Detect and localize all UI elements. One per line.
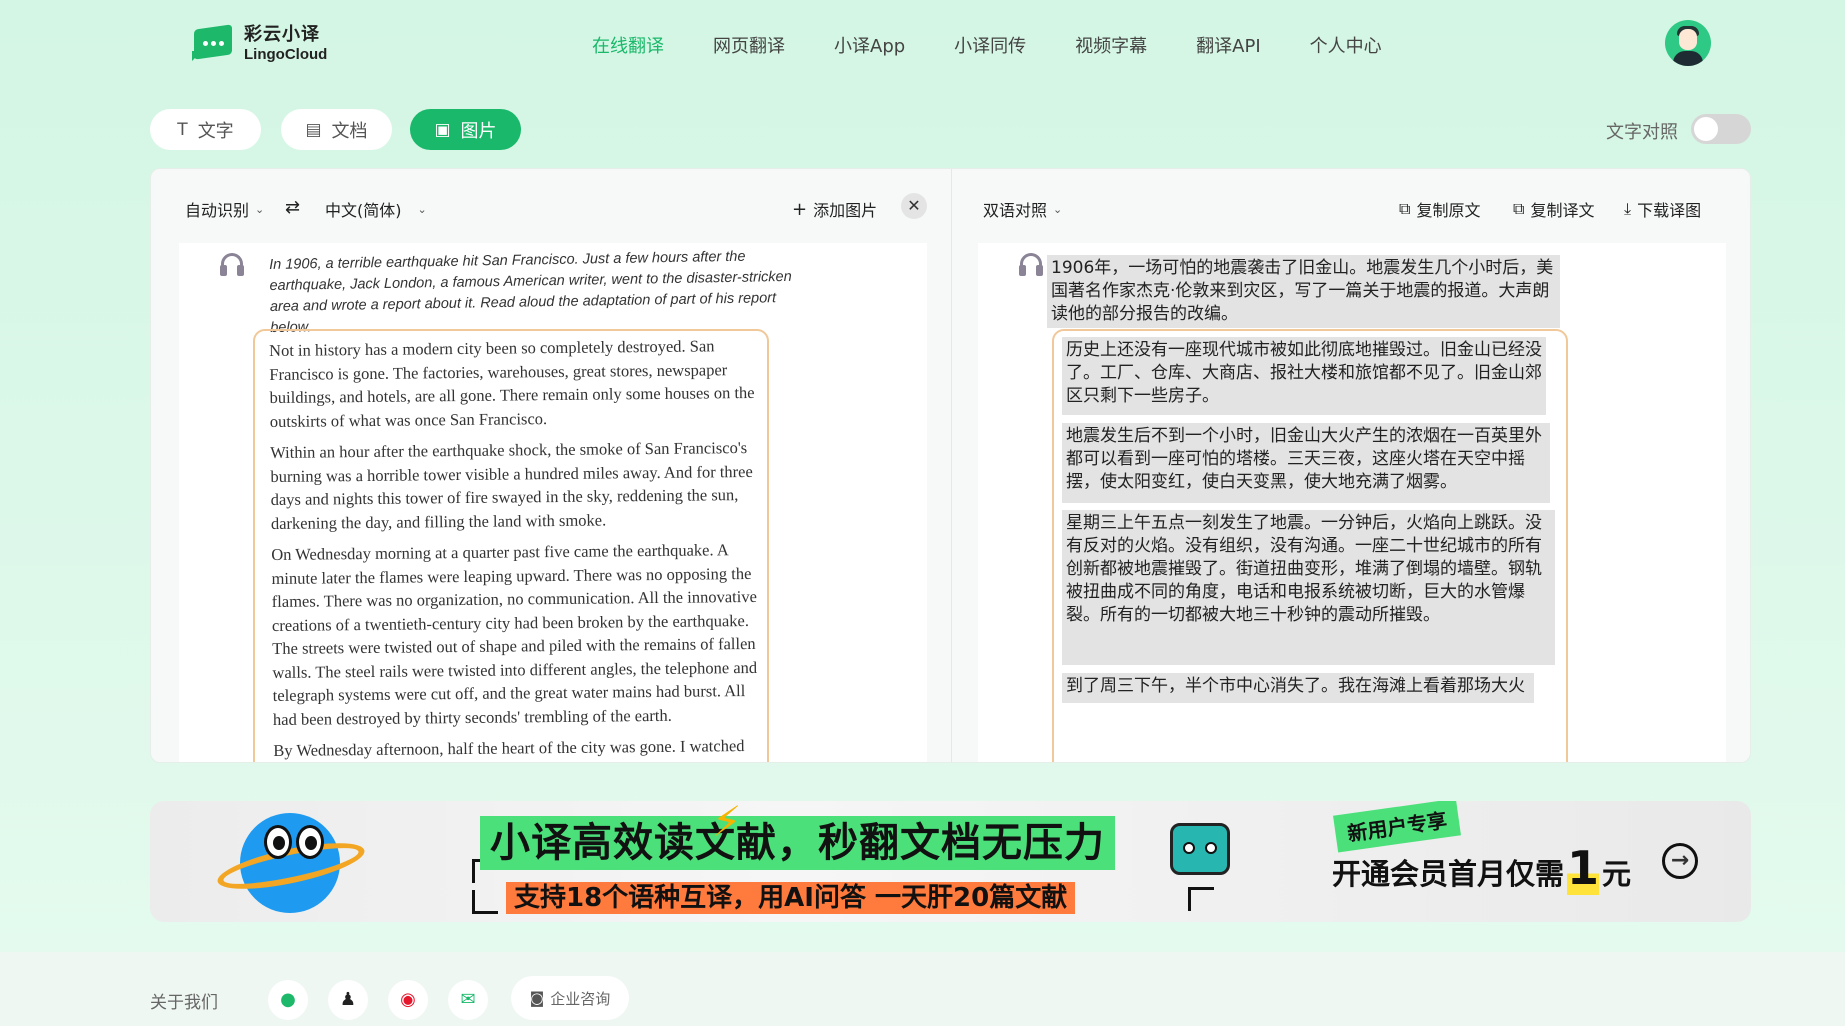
about-us-link[interactable]: 关于我们 — [150, 988, 218, 1013]
arrow-right-icon[interactable]: → — [1662, 843, 1698, 879]
planet-mascot-icon — [214, 813, 368, 922]
tab-document[interactable]: ▤ 文档 — [281, 109, 392, 150]
headphones-icon — [1018, 251, 1044, 277]
source-lang-select[interactable]: 自动识别 ⌄ — [185, 197, 264, 221]
tab-image[interactable]: ▣ 图片 — [410, 109, 521, 150]
chevron-down-icon: ⌄ — [1053, 202, 1063, 216]
brand-name-cn: 彩云小译 — [244, 24, 320, 45]
promo-banner[interactable]: 小译高效读文献，秒翻文档无压力 ⚡ 支持18个语种互译，用AI问答 一天肝20篇… — [150, 801, 1751, 922]
translated-para-3: 星期三上午五点一刻发生了地震。一分钟后，火焰向上跳跃。没有反对的火焰。没有组织，… — [1062, 510, 1555, 665]
chevron-down-icon: ⌄ — [417, 202, 427, 216]
add-image-button[interactable]: + 添加图片 — [792, 197, 877, 221]
nav-web-translate[interactable]: 网页翻译 — [713, 32, 785, 58]
nav-api[interactable]: 翻译API — [1196, 32, 1260, 58]
source-body: Not in history has a modern city been so… — [269, 336, 758, 760]
bracket-decoration — [472, 890, 498, 914]
email-icon[interactable]: ✉ — [448, 980, 488, 1020]
logo-mark-icon — [192, 21, 234, 63]
copy-translation-button[interactable]: ⧉ 复制译文 — [1513, 197, 1594, 221]
view-mode-select[interactable]: 双语对照 ⌄ — [983, 197, 1062, 221]
close-icon[interactable]: ✕ — [901, 193, 927, 219]
image-icon: ▣ — [434, 119, 451, 140]
lightning-icon: ⚡ — [712, 801, 742, 846]
offer-text: 开通会员首月仅需 1 元 — [1332, 841, 1632, 895]
compare-toggle-label: 文字对照 — [1606, 122, 1678, 143]
banner-subline: 支持18个语种互译，用AI问答 一天肝20篇文献 — [506, 882, 1076, 914]
source-intro: In 1906, a terrible earthquake hit San F… — [269, 248, 792, 336]
document-icon: ▤ — [305, 119, 322, 140]
nav-simultaneous[interactable]: 小译同传 — [954, 32, 1026, 58]
translated-intro: 1906年，一场可怕的地震袭击了旧金山。地震发生几个小时后，美国著名作家杰克·伦… — [1047, 255, 1560, 328]
copy-icon: ⧉ — [1513, 199, 1525, 218]
tab-text[interactable]: T 文字 — [150, 109, 261, 150]
text-icon: T — [177, 119, 188, 140]
download-button[interactable]: ⤓ 下载译图 — [1624, 197, 1701, 221]
bracket-decoration — [1188, 887, 1214, 911]
weibo-icon[interactable]: ◉ — [388, 980, 428, 1020]
banner-headline: 小译高效读文献，秒翻文档无压力 — [480, 816, 1115, 870]
copy-icon: ⧉ — [1399, 199, 1411, 218]
translate-card: 自动识别 ⌄ ⇄ 中文(简体) ⌄ + 添加图片 ✕ 双语对照 ⌄ ⧉ 复制原文 ⧉ 复制译… — [150, 168, 1751, 763]
translated-para-1: 历史上还没有一座现代城市被如此彻底地摧毁过。旧金山已经没了。工厂、仓库、大商店、… — [1062, 337, 1546, 415]
headphones-icon — [219, 251, 245, 277]
translated-para-4: 到了周三下午，半个市中心消失了。我在海滩上看着那场大火 — [1062, 673, 1534, 703]
avatar[interactable] — [1665, 20, 1711, 66]
nav-app[interactable]: 小译App — [834, 32, 905, 58]
compare-toggle[interactable] — [1691, 114, 1751, 144]
robot-icon — [1170, 823, 1230, 875]
nav-video-subtitles[interactable]: 视频字幕 — [1075, 32, 1147, 58]
enterprise-consult-button[interactable]: ◙ 企业咨询 — [511, 976, 629, 1020]
source-image: In 1906, a terrible earthquake hit San F… — [179, 243, 927, 762]
chevron-down-icon: ⌄ — [255, 202, 265, 216]
download-icon: ⤓ — [1624, 199, 1632, 218]
qq-icon[interactable]: ♟ — [328, 980, 368, 1020]
nav-online-translate[interactable]: 在线翻译 — [592, 32, 664, 58]
swap-icon[interactable]: ⇄ — [285, 197, 300, 218]
translated-image: 1906年，一场可怕的地震袭击了旧金山。地震发生几个小时后，美国著名作家杰克·伦… — [978, 243, 1726, 762]
plus-icon: + — [792, 198, 808, 220]
brand-name-en: LingoCloud — [244, 46, 328, 63]
nav-personal-center[interactable]: 个人中心 — [1310, 32, 1382, 58]
headset-icon: ◙ — [529, 989, 545, 1007]
target-lang-select[interactable]: 中文(简体) ⌄ — [325, 197, 427, 221]
logo[interactable]: 彩云小译 LingoCloud — [192, 20, 327, 63]
translated-para-2: 地震发生后不到一个小时，旧金山大火产生的浓烟在一百英里外都可以看到一座可怕的塔楼… — [1062, 423, 1550, 503]
wechat-icon[interactable]: ● — [268, 980, 308, 1020]
top-nav: 在线翻译 网页翻译 小译App 小译同传 视频字幕 翻译API 个人中心 — [592, 32, 1431, 58]
copy-source-button[interactable]: ⧉ 复制原文 — [1399, 197, 1480, 221]
